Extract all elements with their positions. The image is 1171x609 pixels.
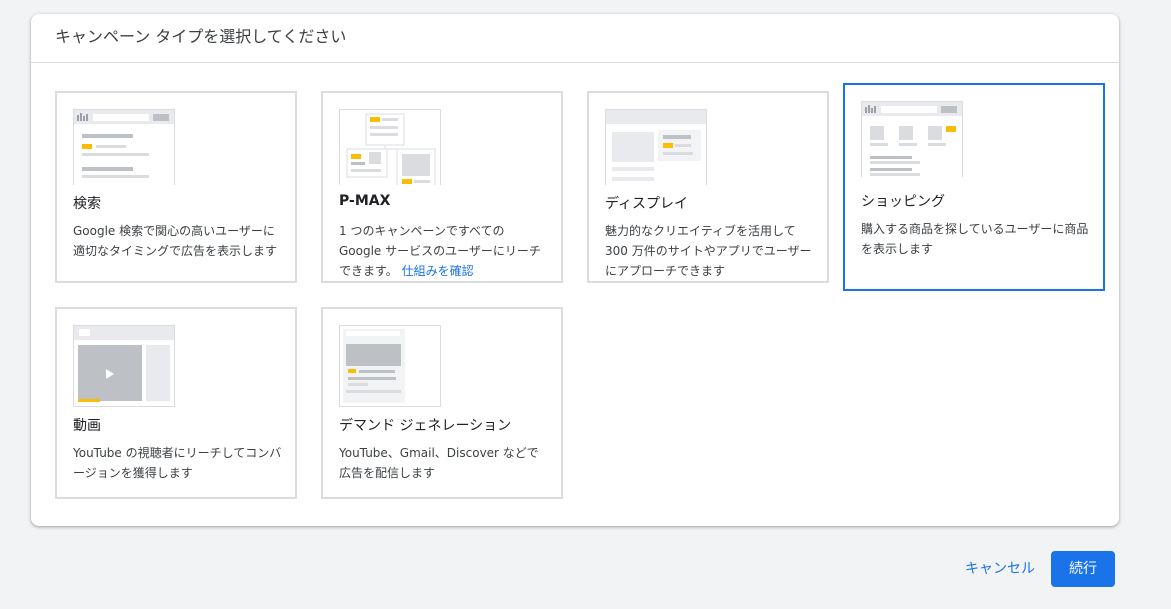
dialog-title: キャンペーン タイプを選択してください	[31, 14, 1119, 63]
card-title: デマンド ジェネレーション	[339, 418, 512, 434]
card-description: YouTube、Gmail、Discover などで広告を配信します	[339, 446, 539, 480]
card-title: ショッピング	[861, 194, 945, 210]
learn-more-link[interactable]: 仕組みを確認	[402, 264, 474, 278]
campaign-card-demand-gen[interactable]: デマンド ジェネレーション YouTube、Gmail、Discover などで…	[321, 307, 563, 499]
card-description: 魅力的なクリエイティブを活用して 300 万件のサイトやアプリでユーザーにアプロ…	[605, 224, 812, 278]
card-description: 購入する商品を探しているユーザーに商品を表示します	[861, 222, 1089, 256]
campaign-card-display[interactable]: ディスプレイ 魅力的なクリエイティブを活用して 300 万件のサイトやアプリでユ…	[587, 91, 829, 283]
display-thumbnail-icon	[605, 109, 707, 185]
search-thumbnail-icon	[73, 109, 175, 185]
shopping-thumbnail-icon	[861, 101, 963, 177]
campaign-type-dialog: キャンペーン タイプを選択してください 検索 Google 検索で関心の高いユー…	[31, 14, 1119, 526]
card-title: P-MAX	[339, 193, 391, 209]
video-thumbnail-icon	[73, 325, 175, 407]
card-description: YouTube の視聴者にリーチしてコンバージョンを獲得します	[73, 446, 282, 480]
card-title: 動画	[73, 418, 101, 434]
card-description: 1 つのキャンペーンですべての Google サービスのユーザーにリーチできます…	[339, 221, 549, 281]
campaign-card-shopping[interactable]: ショッピング 購入する商品を探しているユーザーに商品を表示します	[843, 83, 1105, 291]
pmax-thumbnail-icon	[339, 109, 441, 185]
campaign-card-pmax[interactable]: P-MAX 1 つのキャンペーンですべての Google サービスのユーザーにリ…	[321, 91, 563, 283]
card-title: ディスプレイ	[605, 196, 689, 212]
card-description: Google 検索で関心の高いユーザーに適切なタイミングで広告を表示します	[73, 224, 278, 258]
card-title: 検索	[73, 196, 101, 212]
campaign-card-search[interactable]: 検索 Google 検索で関心の高いユーザーに適切なタイミングで広告を表示します	[55, 91, 297, 283]
campaign-card-video[interactable]: 動画 YouTube の視聴者にリーチしてコンバージョンを獲得します	[55, 307, 297, 499]
cancel-button[interactable]: キャンセル	[953, 551, 1047, 587]
continue-button[interactable]: 続行	[1051, 551, 1115, 587]
demand-gen-thumbnail-icon	[339, 325, 441, 407]
